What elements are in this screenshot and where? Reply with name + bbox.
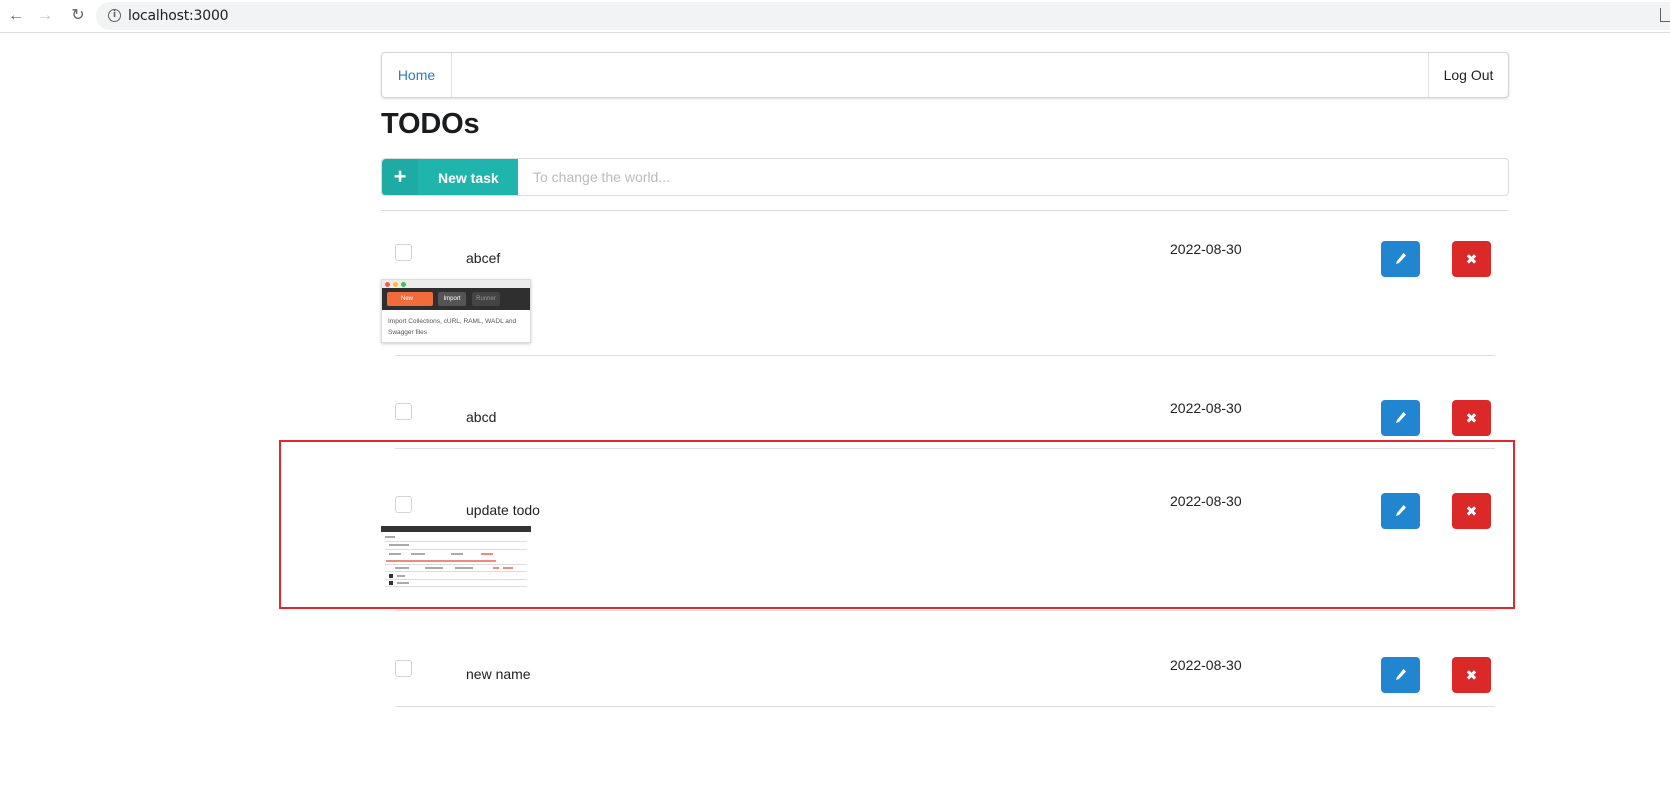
todo-checkbox[interactable] [395, 403, 412, 420]
browser-toolbar: ← → ↻ i localhost:3000 [0, 0, 1670, 33]
highlight-box [279, 440, 1515, 609]
page-title: TODOs [381, 108, 480, 140]
plus-icon: + [382, 159, 418, 195]
pencil-icon [1396, 253, 1406, 264]
todo-name: abcef [466, 250, 501, 266]
edit-button[interactable] [1381, 400, 1420, 436]
back-arrow-icon[interactable]: ← [6, 6, 26, 26]
row-divider [395, 706, 1495, 707]
nav-menu: Home Log Out [381, 52, 1509, 98]
todo-attachment-image: New Import Runner Import Collections, cU… [381, 279, 531, 343]
new-task-button[interactable]: + New task [382, 159, 518, 195]
todo-checkbox[interactable] [395, 660, 412, 677]
delete-button[interactable]: ✖ [1452, 241, 1491, 277]
edit-button[interactable] [1381, 241, 1420, 277]
todo-checkbox[interactable] [395, 244, 412, 261]
edit-button[interactable] [1381, 657, 1420, 693]
todo-date: 2022-08-30 [1170, 657, 1242, 673]
close-icon: ✖ [1465, 251, 1478, 267]
address-bar[interactable]: i localhost:3000 [96, 2, 1670, 30]
reload-icon[interactable]: ↻ [68, 6, 88, 26]
close-icon: ✖ [1465, 667, 1478, 683]
new-task-label: New task [438, 170, 499, 186]
new-task-form: + New task [381, 158, 1509, 196]
logout-button[interactable]: Log Out [1428, 53, 1508, 97]
pencil-icon [1396, 669, 1406, 680]
delete-button[interactable]: ✖ [1452, 400, 1491, 436]
url-text: localhost:3000 [128, 8, 229, 24]
home-link[interactable]: Home [382, 53, 452, 97]
new-task-input[interactable] [518, 159, 1508, 195]
row-divider [395, 355, 1495, 356]
forward-arrow-icon[interactable]: → [35, 6, 55, 26]
list-divider [381, 210, 1509, 211]
info-icon[interactable]: i [108, 9, 121, 22]
delete-button[interactable]: ✖ [1452, 657, 1491, 693]
todo-name: new name [466, 666, 531, 682]
row-divider [395, 610, 1495, 611]
close-icon: ✖ [1465, 410, 1478, 426]
share-icon[interactable] [1660, 8, 1670, 22]
todo-date: 2022-08-30 [1170, 241, 1242, 257]
pencil-icon [1396, 412, 1406, 423]
todo-date: 2022-08-30 [1170, 400, 1242, 416]
todo-name: abcd [466, 409, 497, 425]
